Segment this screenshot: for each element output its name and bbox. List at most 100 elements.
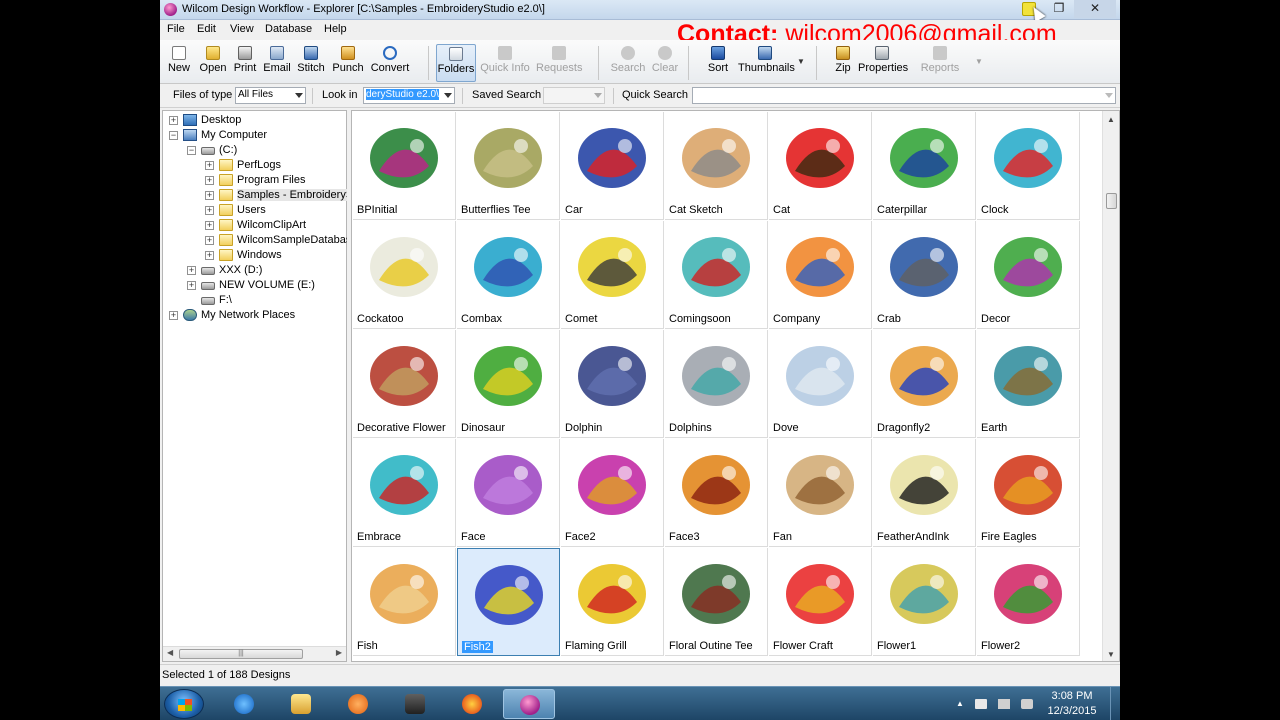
design-thumbnail[interactable]: Floral Outine Tee xyxy=(665,548,768,656)
design-thumbnail[interactable]: Dolphins xyxy=(665,330,768,438)
design-thumbnail[interactable]: Decor xyxy=(977,221,1080,329)
scroll-thumb[interactable] xyxy=(1106,193,1117,209)
design-thumbnail[interactable]: Fish xyxy=(353,548,456,656)
show-desktop-button[interactable] xyxy=(1110,687,1120,720)
expand-icon[interactable]: + xyxy=(205,191,214,200)
design-thumbnail[interactable]: Flower1 xyxy=(873,548,976,656)
expand-icon[interactable]: + xyxy=(187,281,196,290)
tree-item[interactable]: + NEW VOLUME (E:) xyxy=(163,278,346,293)
design-thumbnail[interactable]: Dove xyxy=(769,330,872,438)
open-button[interactable]: Open xyxy=(198,44,228,82)
expand-icon[interactable]: + xyxy=(187,266,196,275)
thumbnails-dropdown-icon[interactable]: ▼ xyxy=(797,57,805,66)
clear-button[interactable]: Clear xyxy=(650,44,680,82)
expand-icon[interactable]: + xyxy=(169,311,178,320)
tree-item[interactable]: + Samples - EmbroideryStu xyxy=(163,188,363,203)
network-icon[interactable] xyxy=(998,699,1010,709)
design-thumbnail[interactable]: Butterflies Tee xyxy=(457,112,560,220)
design-thumbnail[interactable]: Clock xyxy=(977,112,1080,220)
menu-database[interactable]: Database xyxy=(265,23,312,35)
reports-dropdown-icon[interactable]: ▼ xyxy=(975,57,983,66)
tree-item[interactable]: + WilcomSampleDatabase xyxy=(163,233,357,248)
design-thumbnail[interactable]: Car xyxy=(561,112,664,220)
menu-help[interactable]: Help xyxy=(324,23,347,35)
scroll-right-icon[interactable]: ▶ xyxy=(336,648,342,657)
design-thumbnail[interactable]: Comingsoon xyxy=(665,221,768,329)
tree-item[interactable]: F:\ xyxy=(163,293,346,308)
menu-view[interactable]: View xyxy=(230,23,254,35)
design-thumbnail[interactable]: Fan xyxy=(769,439,872,547)
title-bar[interactable]: Wilcom Design Workflow - Explorer [C:\Sa… xyxy=(160,0,1120,23)
thumbnails-vertical-scrollbar[interactable]: ▲ ▼ xyxy=(1102,111,1119,661)
design-thumbnail[interactable]: Flower Craft xyxy=(769,548,872,656)
properties-button[interactable]: Properties xyxy=(858,44,908,82)
expand-icon[interactable]: + xyxy=(205,206,214,215)
taskbar-recorder[interactable] xyxy=(389,689,441,719)
scroll-left-icon[interactable]: ◀ xyxy=(167,648,173,657)
tree-item[interactable]: + PerfLogs xyxy=(163,158,346,173)
tree-item[interactable]: + Desktop xyxy=(163,113,346,128)
design-thumbnail[interactable]: Dinosaur xyxy=(457,330,560,438)
print-button[interactable]: Print xyxy=(232,44,258,82)
reports-button[interactable]: Reports xyxy=(920,44,960,82)
design-thumbnail[interactable]: Caterpillar xyxy=(873,112,976,220)
quick-info-button[interactable]: Quick Info xyxy=(480,44,530,82)
taskbar-wilcom[interactable] xyxy=(503,689,555,719)
tree-item[interactable]: + XXX (D:) xyxy=(163,263,346,278)
design-thumbnail[interactable]: BPInitial xyxy=(353,112,456,220)
maximize-button[interactable]: ❐ xyxy=(1046,0,1072,18)
action-center-flag-icon[interactable] xyxy=(975,699,987,709)
design-thumbnail[interactable]: Dolphin xyxy=(561,330,664,438)
close-button[interactable]: ✕ xyxy=(1074,0,1116,18)
expand-icon[interactable]: + xyxy=(205,236,214,245)
scroll-up-icon[interactable]: ▲ xyxy=(1107,115,1115,124)
volume-icon[interactable] xyxy=(1021,699,1033,709)
design-thumbnail[interactable]: Cockatoo xyxy=(353,221,456,329)
tree-item[interactable]: + Windows xyxy=(163,248,346,263)
taskbar-explorer[interactable] xyxy=(275,689,327,719)
clock-time[interactable]: 3:08 PM xyxy=(1042,690,1102,702)
design-thumbnail[interactable]: FeatherAndInk xyxy=(873,439,976,547)
expand-icon[interactable]: + xyxy=(169,116,178,125)
tree-item[interactable]: + My Network Places xyxy=(163,308,346,323)
design-thumbnail[interactable]: Embrace xyxy=(353,439,456,547)
stitch-button[interactable]: Stitch xyxy=(296,44,326,82)
design-thumbnail[interactable]: Dragonfly2 xyxy=(873,330,976,438)
tray-expand-icon[interactable]: ▲ xyxy=(956,699,968,709)
collapse-icon[interactable]: − xyxy=(187,146,196,155)
design-thumbnail[interactable]: Crab xyxy=(873,221,976,329)
quick-search-input[interactable] xyxy=(692,87,1116,104)
tree-item[interactable]: − My Computer xyxy=(163,128,346,143)
expand-icon[interactable]: + xyxy=(205,221,214,230)
tree-item[interactable]: + Users xyxy=(163,203,346,218)
design-thumbnail[interactable]: Fire Eagles xyxy=(977,439,1080,547)
taskbar-burner[interactable] xyxy=(446,689,498,719)
email-button[interactable]: Email xyxy=(262,44,292,82)
design-thumbnail[interactable]: Flaming Grill xyxy=(561,548,664,656)
design-thumbnail[interactable]: Comet xyxy=(561,221,664,329)
clock-date[interactable]: 12/3/2015 xyxy=(1042,705,1102,717)
tree-item[interactable]: + Program Files xyxy=(163,173,346,188)
design-thumbnail[interactable]: Fish2 xyxy=(457,548,560,656)
design-thumbnail[interactable]: Face2 xyxy=(561,439,664,547)
new-button[interactable]: New xyxy=(166,44,192,82)
menu-edit[interactable]: Edit xyxy=(197,23,216,35)
taskbar-media-player[interactable] xyxy=(332,689,384,719)
tree-horizontal-scrollbar[interactable]: ◀ ||| ▶ xyxy=(163,646,346,661)
saved-search-select[interactable] xyxy=(543,87,605,104)
zip-button[interactable]: Zip xyxy=(832,44,854,82)
look-in-select[interactable]: deryStudio e2.0\ xyxy=(363,87,455,104)
scroll-thumb[interactable]: ||| xyxy=(179,649,303,659)
design-thumbnail[interactable]: Company xyxy=(769,221,872,329)
tree-item[interactable]: + WilcomClipArt xyxy=(163,218,346,233)
sort-button[interactable]: Sort xyxy=(704,44,732,82)
taskbar-ie[interactable] xyxy=(218,689,270,719)
menu-file[interactable]: File xyxy=(167,23,185,35)
design-thumbnail[interactable]: Face3 xyxy=(665,439,768,547)
folders-button[interactable]: Folders xyxy=(436,44,476,82)
search-button[interactable]: Search xyxy=(610,44,646,82)
scroll-down-icon[interactable]: ▼ xyxy=(1107,650,1115,659)
punch-button[interactable]: Punch xyxy=(332,44,364,82)
design-thumbnail[interactable]: Face xyxy=(457,439,560,547)
convert-button[interactable]: Convert xyxy=(370,44,410,82)
